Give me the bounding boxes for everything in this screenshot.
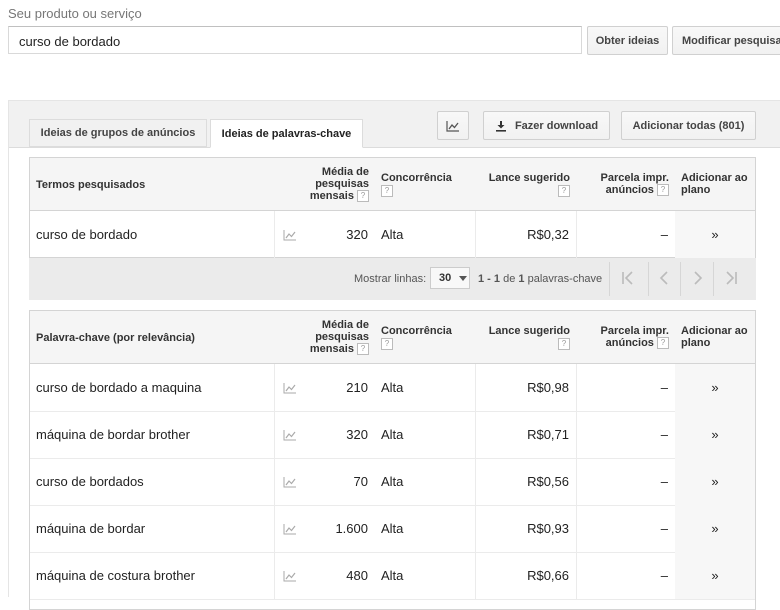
get-ideas-button[interactable]: Obter ideias	[587, 26, 668, 55]
searches-cell: 320	[346, 427, 368, 442]
double-chevron-right-icon: »	[711, 474, 719, 489]
trend-chart-icon[interactable]	[283, 458, 297, 505]
table-row: máquina de costura brother 480 Alta R$0,66 –…	[30, 552, 755, 600]
pagination-bar: Mostrar linhas: 30 1 - 1 de 1 palavras-c…	[29, 258, 756, 300]
help-icon[interactable]: ?	[657, 184, 669, 197]
bid-cell: R$0,32	[527, 227, 569, 242]
impression-share-cell: –	[660, 380, 668, 395]
searched-terms-table: Termos pesquisados Média de pesquisas me…	[29, 157, 756, 259]
bid-cell: R$0,93	[527, 521, 569, 536]
impression-share-cell: –	[660, 427, 668, 442]
help-icon[interactable]: ?	[357, 190, 369, 203]
add-to-plan-button[interactable]: »	[675, 458, 755, 505]
trend-chart-icon[interactable]	[283, 364, 297, 411]
searches-cell: 320	[346, 227, 368, 242]
column-header-competition: Concorrência ?	[381, 172, 452, 198]
add-to-plan-button[interactable]: »	[675, 211, 755, 258]
help-icon[interactable]: ?	[381, 338, 393, 351]
line-chart-icon	[446, 120, 459, 132]
add-to-plan-button[interactable]: »	[675, 411, 755, 458]
tab-ad-group-ideas[interactable]: Ideias de grupos de anúncios	[29, 119, 207, 147]
trend-chart-icon[interactable]	[283, 505, 297, 552]
table-row: curso de bordados 70 Alta R$0,56 – »	[30, 458, 755, 506]
next-page-icon[interactable]	[690, 270, 706, 290]
competition-cell: Alta	[381, 427, 404, 442]
keyword-cell: curso de bordado a maquina	[36, 380, 202, 395]
product-search-input[interactable]: curso de bordado	[8, 26, 582, 54]
tab-keyword-ideas[interactable]: Ideias de palavras-chave	[210, 119, 363, 148]
add-all-button[interactable]: Adicionar todas (801)	[621, 111, 756, 140]
searches-cell: 1.600	[335, 521, 368, 536]
trend-chart-icon[interactable]	[283, 411, 297, 458]
bid-cell: R$0,71	[527, 427, 569, 442]
table-row: máquina de bordar brother 320 Alta R$0,71 – »	[30, 411, 755, 459]
column-header-searches: Média de pesquisas mensais ?	[309, 166, 369, 203]
competition-cell: Alta	[381, 568, 404, 583]
competition-cell: Alta	[381, 380, 404, 395]
column-header-add-to-plan: Adicionar ao plano	[681, 325, 748, 349]
bid-cell: R$0,56	[527, 474, 569, 489]
column-header-term: Termos pesquisados	[36, 179, 146, 191]
help-icon[interactable]: ?	[558, 338, 570, 351]
keyword-cell: máquina de costura brother	[36, 568, 195, 583]
searches-cell: 210	[346, 380, 368, 395]
help-icon[interactable]: ?	[657, 337, 669, 350]
double-chevron-right-icon: »	[711, 427, 719, 442]
column-header-keyword[interactable]: Palavra-chave (por relevância)	[36, 332, 195, 344]
add-to-plan-button[interactable]: »	[675, 552, 755, 599]
trend-chart-icon[interactable]	[283, 211, 297, 258]
double-chevron-right-icon: »	[711, 227, 719, 242]
first-page-icon[interactable]	[620, 270, 636, 290]
pagination-range: 1 - 1 de 1 palavras-chave	[478, 273, 603, 285]
previous-page-icon[interactable]	[656, 270, 672, 290]
column-header-bid[interactable]: Lance sugerido ?	[480, 325, 570, 351]
column-header-searches[interactable]: Média de pesquisas mensais ?	[295, 319, 369, 356]
searches-cell: 480	[346, 568, 368, 583]
column-header-add-to-plan: Adicionar ao plano	[681, 172, 748, 196]
impression-share-cell: –	[660, 568, 668, 583]
column-header-competition[interactable]: Concorrência ?	[381, 325, 452, 351]
help-icon[interactable]: ?	[381, 185, 393, 198]
last-page-icon[interactable]	[723, 270, 739, 290]
table-row: curso de bordado 320 Alta R$0,32 – »	[30, 211, 755, 259]
keyword-ideas-table: Palavra-chave (por relevância) Média de …	[29, 310, 756, 610]
bid-cell: R$0,66	[527, 568, 569, 583]
searches-cell: 70	[353, 474, 368, 489]
double-chevron-right-icon: »	[711, 568, 719, 583]
double-chevron-right-icon: »	[711, 521, 719, 536]
product-label: Seu produto ou serviço	[8, 6, 142, 21]
download-label: Fazer download	[514, 119, 599, 132]
trend-chart-icon[interactable]	[283, 552, 297, 599]
download-icon	[495, 120, 506, 132]
dropdown-arrow-icon	[459, 275, 468, 281]
add-to-plan-button[interactable]: »	[675, 364, 755, 411]
help-icon[interactable]: ?	[357, 343, 369, 356]
column-header-impression-share[interactable]: Parcela impr. anúncios ?	[585, 325, 669, 350]
keyword-cell: máquina de bordar brother	[36, 427, 190, 442]
keyword-cell: máquina de bordar	[36, 521, 146, 536]
keyword-cell: curso de bordados	[36, 474, 144, 489]
competition-cell: Alta	[381, 521, 404, 536]
keyword-cell: curso de bordado	[36, 227, 138, 242]
double-chevron-right-icon: »	[711, 380, 719, 395]
download-button[interactable]: Fazer download	[483, 111, 610, 140]
table-row: máquina de bordar 1.600 Alta R$0,93 – »	[30, 505, 755, 553]
impression-share-cell: –	[660, 474, 668, 489]
impression-share-cell: –	[660, 227, 668, 242]
column-header-bid: Lance sugerido ?	[488, 172, 570, 198]
competition-cell: Alta	[381, 474, 404, 489]
modify-search-button[interactable]: Modificar pesquisa	[672, 26, 780, 55]
add-to-plan-button[interactable]: »	[675, 505, 755, 552]
competition-cell: Alta	[381, 227, 404, 242]
table-header: Termos pesquisados Média de pesquisas me…	[30, 158, 755, 211]
bid-cell: R$0,98	[527, 380, 569, 395]
table-row: curso de bordado a maquina 210 Alta R$0,98 –…	[30, 364, 755, 412]
help-icon[interactable]: ?	[558, 185, 570, 198]
column-header-impression-share: Parcela impr. anúncios ?	[600, 172, 669, 197]
impression-share-cell: –	[660, 521, 668, 536]
rows-per-page-select[interactable]: 30	[430, 267, 470, 289]
show-rows-label: Mostrar linhas:	[354, 273, 427, 285]
chart-toggle-button[interactable]	[437, 111, 469, 140]
table-header: Palavra-chave (por relevância) Média de …	[30, 311, 755, 364]
